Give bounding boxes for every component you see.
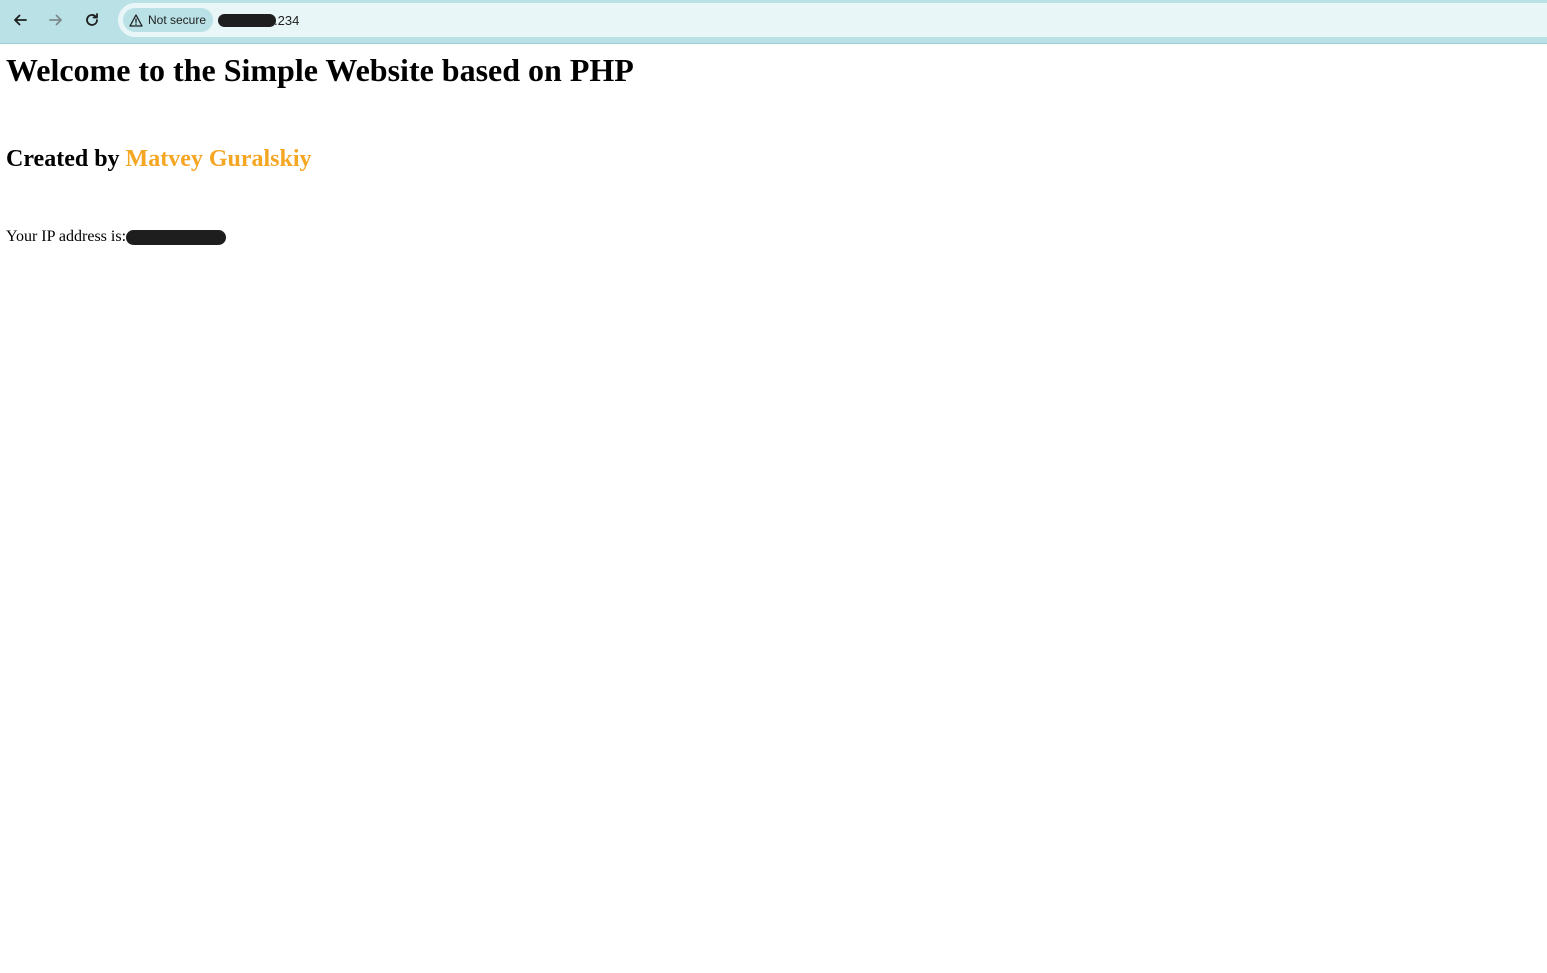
browser-toolbar: Not secure .234 — [0, 0, 1547, 44]
security-label: Not secure — [148, 13, 207, 27]
created-by-heading: Created by Matvey Guralskiy — [6, 146, 312, 173]
created-by-prefix: Created by — [6, 146, 126, 172]
ip-address-line: Your IP address is: — [6, 228, 227, 246]
forward-button[interactable] — [42, 6, 70, 34]
warning-triangle-icon — [129, 13, 143, 27]
arrow-right-icon — [48, 12, 64, 28]
page-title: Welcome to the Simple Website based on P… — [6, 52, 634, 88]
address-bar[interactable]: Not secure .234 — [118, 3, 1547, 37]
reload-icon — [84, 12, 100, 28]
url-text[interactable]: .234 — [218, 12, 299, 28]
author-name: Matvey Guralskiy — [125, 146, 312, 172]
reload-button[interactable] — [78, 6, 106, 34]
arrow-left-icon — [12, 12, 28, 28]
redacted-ip-address — [126, 229, 227, 245]
ip-address-label: Your IP address is: — [6, 228, 127, 245]
back-button[interactable] — [6, 6, 34, 34]
page-content: Welcome to the Simple Website based on P… — [0, 44, 1547, 973]
url-suffix: .234 — [274, 12, 300, 28]
security-indicator[interactable]: Not secure — [123, 8, 213, 32]
redacted-url-host — [218, 13, 276, 27]
